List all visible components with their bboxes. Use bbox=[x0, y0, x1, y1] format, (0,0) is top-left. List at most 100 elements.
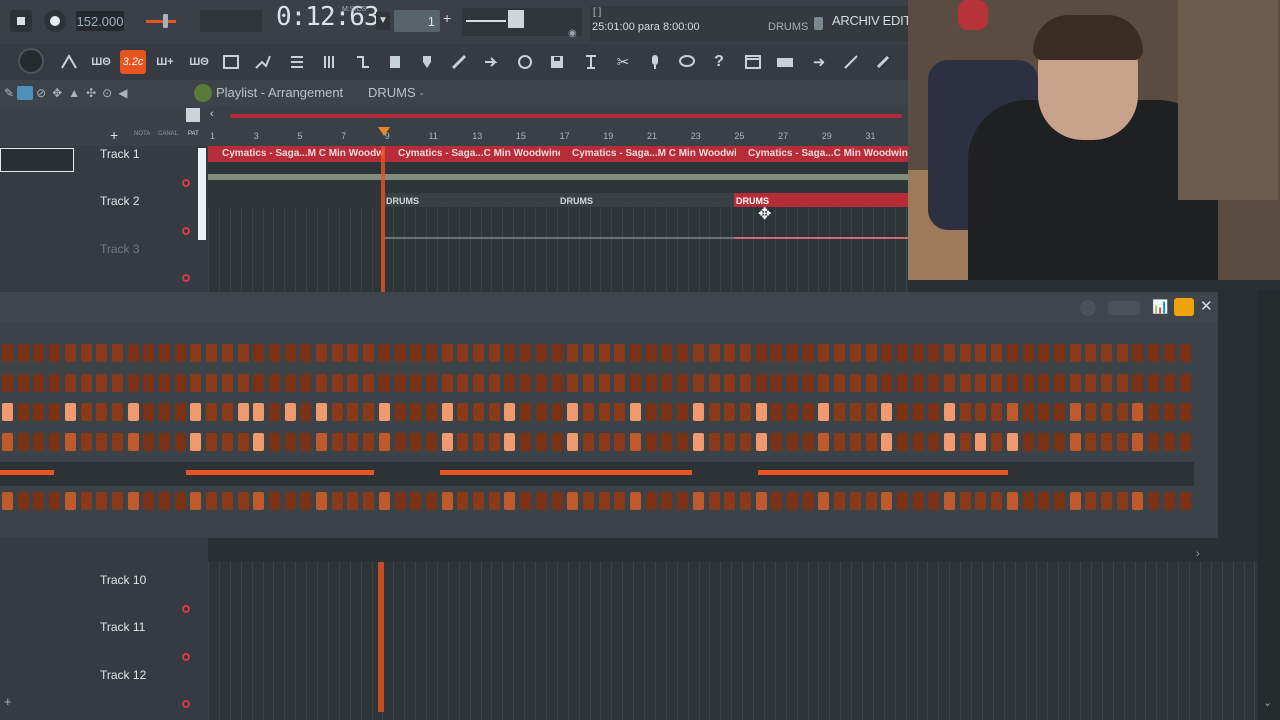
step-button[interactable] bbox=[959, 374, 971, 392]
step-button[interactable] bbox=[1116, 433, 1128, 451]
step-button[interactable] bbox=[787, 433, 798, 451]
step-button[interactable] bbox=[598, 344, 610, 362]
step-button[interactable] bbox=[425, 403, 437, 421]
step-button[interactable] bbox=[724, 492, 736, 510]
step-button[interactable] bbox=[253, 344, 265, 362]
step-button[interactable] bbox=[394, 433, 406, 451]
step-button[interactable] bbox=[802, 403, 814, 421]
step-button[interactable] bbox=[771, 433, 783, 451]
step-button[interactable] bbox=[488, 403, 500, 421]
step-button[interactable] bbox=[363, 433, 375, 451]
step-button[interactable] bbox=[143, 492, 155, 510]
step-button[interactable] bbox=[1116, 403, 1128, 421]
step-button[interactable] bbox=[630, 403, 641, 421]
step-button[interactable] bbox=[991, 374, 1003, 392]
metronome-icon[interactable] bbox=[56, 50, 82, 74]
step-button[interactable] bbox=[237, 344, 249, 362]
step-button[interactable] bbox=[991, 492, 1003, 510]
picker-selection[interactable] bbox=[0, 148, 74, 172]
step-button[interactable] bbox=[316, 433, 327, 451]
step-button[interactable] bbox=[1101, 374, 1112, 392]
step-button[interactable] bbox=[551, 492, 563, 510]
step-button[interactable] bbox=[96, 433, 108, 451]
step-button[interactable] bbox=[567, 492, 579, 510]
wire-icon[interactable] bbox=[838, 50, 864, 74]
playlist-pattern[interactable]: DRUMS bbox=[368, 85, 416, 100]
step-button[interactable] bbox=[1069, 344, 1081, 362]
track-1-mute-icon[interactable] bbox=[182, 179, 190, 187]
step-button[interactable] bbox=[410, 374, 422, 392]
file-icon[interactable] bbox=[382, 50, 408, 74]
step-button[interactable] bbox=[300, 433, 312, 451]
step-button[interactable] bbox=[253, 433, 265, 451]
step-button[interactable] bbox=[394, 403, 406, 421]
step-button[interactable] bbox=[991, 344, 1003, 362]
step-button[interactable] bbox=[268, 403, 280, 421]
channel-rack-icon[interactable] bbox=[350, 50, 376, 74]
step-button[interactable] bbox=[896, 492, 908, 510]
step-button[interactable] bbox=[127, 374, 139, 392]
step-button[interactable] bbox=[802, 374, 814, 392]
step-button[interactable] bbox=[1179, 344, 1191, 362]
window-icon[interactable] bbox=[740, 50, 766, 74]
step-button[interactable] bbox=[316, 374, 327, 392]
step-button[interactable] bbox=[111, 374, 123, 392]
step-button[interactable] bbox=[582, 492, 594, 510]
master-pitch-slider[interactable] bbox=[146, 20, 176, 23]
step-button[interactable] bbox=[1148, 492, 1160, 510]
step-button[interactable] bbox=[645, 403, 657, 421]
export-icon[interactable] bbox=[578, 50, 604, 74]
slider-handle[interactable] bbox=[163, 14, 168, 28]
step-button[interactable] bbox=[300, 374, 312, 392]
step-button[interactable] bbox=[1053, 374, 1065, 392]
step-button[interactable] bbox=[975, 374, 987, 392]
step-button[interactable] bbox=[520, 492, 532, 510]
step-button[interactable] bbox=[363, 492, 375, 510]
step-button[interactable] bbox=[1101, 433, 1112, 451]
step-button[interactable] bbox=[441, 344, 453, 362]
step-button[interactable] bbox=[1069, 492, 1081, 510]
step-button[interactable] bbox=[1132, 403, 1144, 421]
step-button[interactable] bbox=[1038, 403, 1050, 421]
note-bar[interactable] bbox=[0, 470, 54, 475]
step-button[interactable] bbox=[551, 403, 563, 421]
undo-icon[interactable] bbox=[512, 50, 538, 74]
step-button[interactable] bbox=[708, 403, 720, 421]
step-button[interactable] bbox=[253, 492, 265, 510]
step-button[interactable] bbox=[834, 344, 846, 362]
plugin-icon[interactable] bbox=[414, 50, 440, 74]
step-button[interactable] bbox=[253, 374, 265, 392]
step-button[interactable] bbox=[1038, 374, 1050, 392]
step-button[interactable] bbox=[159, 492, 170, 510]
step-button[interactable] bbox=[127, 403, 139, 421]
step-button[interactable] bbox=[49, 403, 61, 421]
step-button[interactable] bbox=[1148, 374, 1160, 392]
step-button[interactable] bbox=[944, 374, 955, 392]
step-button[interactable] bbox=[363, 374, 375, 392]
step-button[interactable] bbox=[206, 403, 218, 421]
playlist-icon[interactable] bbox=[218, 50, 244, 74]
step-button[interactable] bbox=[237, 492, 249, 510]
step-button[interactable] bbox=[959, 344, 971, 362]
step-button[interactable] bbox=[457, 433, 469, 451]
step-button[interactable] bbox=[708, 433, 720, 451]
step-button[interactable] bbox=[331, 433, 343, 451]
step-button[interactable] bbox=[567, 374, 579, 392]
piano-roll-icon[interactable] bbox=[250, 50, 276, 74]
step-button[interactable] bbox=[818, 433, 830, 451]
step-button[interactable] bbox=[504, 344, 516, 362]
brush-icon[interactable] bbox=[446, 50, 472, 74]
step-button[interactable] bbox=[520, 374, 532, 392]
step-button[interactable] bbox=[645, 433, 657, 451]
step-button[interactable] bbox=[473, 374, 484, 392]
step-button[interactable] bbox=[425, 492, 437, 510]
step-button[interactable] bbox=[692, 492, 704, 510]
step-button[interactable] bbox=[111, 403, 123, 421]
step-button[interactable] bbox=[127, 344, 139, 362]
step-button[interactable] bbox=[221, 403, 233, 421]
step-button[interactable] bbox=[630, 492, 641, 510]
step-button[interactable] bbox=[96, 374, 108, 392]
step-button[interactable] bbox=[787, 403, 798, 421]
step-button[interactable] bbox=[190, 433, 202, 451]
step-button[interactable] bbox=[818, 344, 830, 362]
